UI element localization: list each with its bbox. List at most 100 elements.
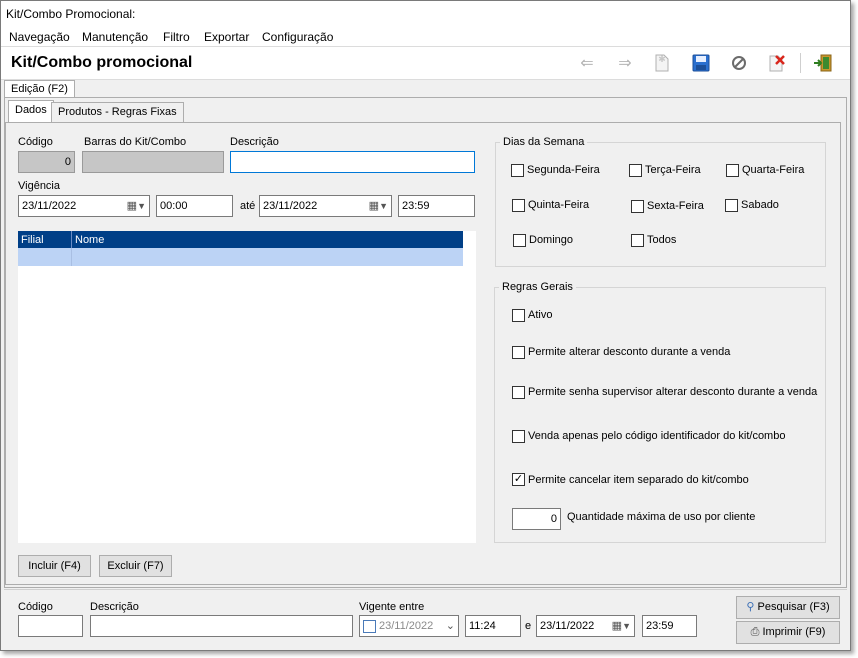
grid-header-nome[interactable]: Nome	[75, 234, 104, 246]
grid-header: Filial Nome	[18, 231, 463, 248]
checkbox-domingo[interactable]	[513, 234, 526, 247]
quantidade-maxima-input[interactable]: 0	[512, 508, 561, 530]
quantidade-maxima-label: Quantidade máxima de uso por cliente	[567, 511, 756, 523]
checkbox-alterar-desconto[interactable]	[512, 346, 525, 359]
chevron-down-icon[interactable]: ⌄	[446, 616, 455, 636]
checkbox-quinta[interactable]	[512, 199, 525, 212]
search-codigo-label: Código	[18, 601, 53, 613]
arrow-left-icon[interactable]: ⇐	[576, 53, 598, 73]
regras-gerais-title: Regras Gerais	[499, 281, 576, 293]
vigente-entre-label: Vigente entre	[359, 601, 425, 613]
label-segunda: Segunda-Feira	[527, 164, 600, 176]
ate-label: até	[240, 200, 256, 212]
dias-semana-title: Dias da Semana	[500, 136, 588, 148]
label-cancelar-item: Permite cancelar item separado do kit/co…	[528, 474, 749, 486]
label-sabado: Sabado	[741, 199, 779, 211]
barras-label: Barras do Kit/Combo	[84, 136, 187, 148]
search-date-start-picker[interactable]: 23/11/2022 ⌄	[359, 615, 459, 637]
time-end-input[interactable]: 23:59	[398, 195, 475, 217]
time-start-input[interactable]: 00:00	[156, 195, 233, 217]
date-end-picker[interactable]: 23/11/2022 ▦▼	[259, 195, 392, 217]
label-quinta: Quinta-Feira	[528, 199, 590, 211]
checkbox-cancelar-item[interactable]: ✓	[512, 473, 525, 486]
menu-manutencao[interactable]: Manutenção	[82, 30, 148, 44]
delete-icon[interactable]	[766, 53, 788, 73]
barras-field	[82, 151, 224, 173]
grid-header-divider	[71, 231, 72, 248]
calendar-icon[interactable]: ▦▼	[612, 616, 631, 636]
codigo-label: Código	[18, 136, 53, 148]
e-label: e	[525, 620, 532, 632]
checkbox-sabado[interactable]	[725, 199, 738, 212]
filial-grid[interactable]: Filial Nome	[18, 231, 476, 543]
checkbox-todos[interactable]	[631, 234, 644, 247]
label-todos: Todos	[647, 234, 677, 246]
svg-text:✱: ✱	[658, 55, 666, 65]
top-tabstrip: Edição (F2)	[1, 78, 850, 99]
search-descricao-label: Descrição	[90, 601, 139, 613]
table-row[interactable]	[18, 248, 463, 266]
label-venda-codigo: Venda apenas pelo código identificador d…	[528, 430, 786, 442]
date-end-value: 23/11/2022	[263, 200, 318, 212]
label-domingo: Domingo	[529, 234, 574, 246]
incluir-button[interactable]: Incluir (F4)	[18, 555, 91, 577]
date-start-picker[interactable]: 23/11/2022 ▦▼	[18, 195, 150, 217]
date-start-value: 23/11/2022	[22, 200, 77, 212]
checkbox-terca[interactable]	[629, 164, 642, 177]
checkbox-sexta[interactable]	[631, 200, 644, 213]
page-title: Kit/Combo promocional	[11, 54, 193, 71]
pesquisar-button[interactable]: ⚲ Pesquisar (F3)	[736, 596, 840, 619]
descricao-input[interactable]	[230, 151, 475, 173]
checkbox-segunda[interactable]	[511, 164, 524, 177]
grid-row-divider	[71, 248, 72, 266]
toolbar-separator	[800, 53, 801, 73]
label-sexta: Sexta-Feira	[647, 200, 704, 212]
calendar-icon[interactable]: ▦▼	[127, 196, 146, 216]
search-divider	[4, 589, 847, 590]
search-icon: ⚲	[746, 601, 755, 613]
search-time-start-input[interactable]: 11:24	[465, 615, 521, 637]
menu-bar: Navegação Manutenção Filtro Exportar Con…	[1, 26, 850, 46]
search-date-end-picker[interactable]: 23/11/2022 ▦▼	[536, 615, 635, 637]
cancel-icon[interactable]	[728, 53, 750, 73]
label-quarta: Quarta-Feira	[742, 164, 805, 176]
imprimir-label: Imprimir (F9)	[762, 626, 826, 638]
label-terca: Terça-Feira	[645, 164, 701, 176]
arrow-right-icon[interactable]: ⇒	[614, 53, 636, 73]
window-title: Kit/Combo Promocional:	[6, 7, 136, 21]
descricao-label: Descrição	[230, 136, 279, 148]
checkbox-quarta[interactable]	[726, 164, 739, 177]
search-time-end-input[interactable]: 23:59	[642, 615, 697, 637]
calendar-icon[interactable]: ▦▼	[369, 196, 388, 216]
codigo-field: 0	[18, 151, 75, 173]
checkbox-senha-supervisor[interactable]	[512, 386, 525, 399]
exit-icon[interactable]	[812, 53, 834, 73]
printer-icon: ⎙	[750, 626, 760, 638]
new-document-icon[interactable]: ✱	[651, 53, 673, 73]
search-descricao-input[interactable]	[90, 615, 353, 637]
pesquisar-label: Pesquisar (F3)	[757, 601, 830, 613]
form-header: Kit/Combo promocional ⇐ ⇒ ✱	[1, 46, 850, 80]
label-ativo: Ativo	[528, 309, 553, 321]
menu-navegacao[interactable]: Navegação	[9, 30, 70, 44]
search-date-start-value: 23/11/2022	[379, 620, 434, 632]
tab-produtos-regras-fixas[interactable]: Produtos - Regras Fixas	[51, 102, 184, 123]
search-codigo-input[interactable]	[18, 615, 83, 637]
vigencia-label: Vigência	[18, 180, 60, 192]
search-date-end-value: 23/11/2022	[540, 620, 595, 632]
imprimir-button[interactable]: ⎙ Imprimir (F9)	[736, 621, 840, 644]
checkbox-ativo[interactable]	[512, 309, 525, 322]
menu-configuracao[interactable]: Configuração	[262, 30, 333, 44]
date-enable-checkbox[interactable]	[363, 620, 376, 633]
grid-header-filial[interactable]: Filial	[21, 234, 44, 246]
menu-filtro[interactable]: Filtro	[163, 30, 190, 44]
title-bar: Kit/Combo Promocional:	[1, 1, 850, 26]
tab-dados[interactable]: Dados	[8, 100, 54, 124]
save-icon[interactable]	[690, 53, 712, 73]
label-senha-supervisor: Permite senha supervisor alterar descont…	[528, 386, 818, 398]
excluir-button[interactable]: Excluir (F7)	[99, 555, 172, 577]
regras-gerais-group	[494, 287, 826, 543]
checkbox-venda-codigo[interactable]	[512, 430, 525, 443]
menu-exportar[interactable]: Exportar	[204, 30, 249, 44]
label-alterar-desconto: Permite alterar desconto durante a venda	[528, 346, 731, 358]
